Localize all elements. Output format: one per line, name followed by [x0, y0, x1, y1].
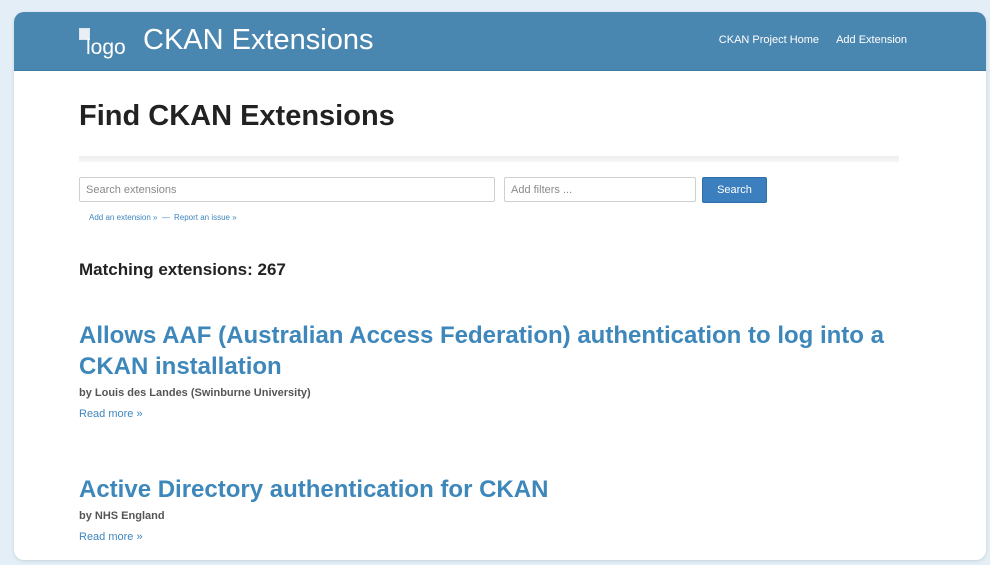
nav-link-project-home[interactable]: CKAN Project Home	[719, 34, 819, 46]
top-navbar: logo CKAN Extensions CKAN Project Home A…	[14, 12, 986, 71]
browser-window: logo CKAN Extensions CKAN Project Home A…	[14, 12, 986, 560]
report-issue-link[interactable]: Report an issue »	[174, 213, 237, 222]
filter-input[interactable]	[504, 177, 696, 202]
page-title: Find CKAN Extensions	[79, 100, 395, 132]
search-sublinks: Add an extension » — Report an issue »	[89, 213, 237, 222]
matching-count: Matching extensions: 267	[79, 260, 286, 279]
extension-author: by NHS England	[79, 510, 165, 522]
logo-broken-image: logo	[79, 28, 141, 59]
site-title: CKAN Extensions	[143, 24, 374, 56]
list-item: Allows AAF (Australian Access Federation…	[79, 320, 899, 422]
search-input[interactable]	[79, 177, 495, 202]
extension-title: Active Directory authentication for CKAN	[79, 474, 899, 505]
logo-alt-text: logo	[86, 36, 126, 59]
extension-author: by Louis des Landes (Swinburne Universit…	[79, 387, 311, 399]
brand-link[interactable]: logo CKAN Extensions	[79, 24, 374, 59]
nav-link-add-extension[interactable]: Add Extension	[836, 34, 907, 46]
extension-title-link[interactable]: Active Directory authentication for CKAN	[79, 476, 548, 503]
nav-links: CKAN Project Home Add Extension	[719, 34, 907, 46]
list-item: Active Directory authentication for CKAN…	[79, 474, 899, 545]
extension-title: Allows AAF (Australian Access Federation…	[79, 320, 899, 382]
separator-dash: —	[161, 213, 170, 222]
read-more-link[interactable]: Read more »	[79, 408, 143, 420]
read-more-link[interactable]: Read more »	[79, 531, 143, 543]
search-button[interactable]: Search	[702, 177, 767, 203]
divider	[79, 156, 899, 162]
extension-title-link[interactable]: Allows AAF (Australian Access Federation…	[79, 322, 884, 380]
add-extension-link[interactable]: Add an extension »	[89, 213, 158, 222]
